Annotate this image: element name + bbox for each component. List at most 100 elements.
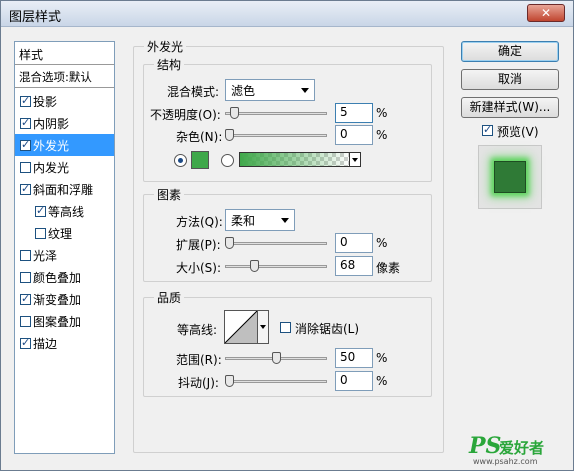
chevron-down-icon bbox=[301, 88, 309, 93]
spread-slider[interactable] bbox=[225, 237, 327, 249]
range-label: 范围(R): bbox=[176, 353, 222, 367]
style-item[interactable]: 内发光 bbox=[15, 156, 114, 178]
style-item-label: 内发光 bbox=[33, 161, 70, 175]
style-item-checkbox[interactable] bbox=[20, 250, 31, 261]
style-item-label: 斜面和浮雕 bbox=[33, 183, 94, 197]
style-item-label: 外发光 bbox=[33, 139, 70, 153]
elements-title: 图素 bbox=[154, 186, 185, 203]
jitter-input[interactable]: 0 bbox=[335, 371, 373, 391]
preview-label[interactable]: 预览(V) bbox=[497, 123, 539, 140]
styles-header[interactable]: 样式 bbox=[15, 42, 114, 65]
technique-value: 柔和 bbox=[231, 214, 256, 228]
style-item[interactable]: 斜面和浮雕 bbox=[15, 178, 114, 200]
size-input[interactable]: 68 bbox=[335, 256, 373, 276]
title-bar[interactable]: 图层样式 ✕ bbox=[1, 1, 573, 27]
style-item-checkbox[interactable] bbox=[20, 272, 31, 283]
new-style-button[interactable]: 新建样式(W)... bbox=[461, 97, 559, 118]
style-item-label: 渐变叠加 bbox=[33, 293, 82, 307]
style-preview-thumbnail bbox=[478, 145, 542, 209]
blend-options-item[interactable]: 混合选项:默认 bbox=[15, 66, 114, 88]
style-item-label: 光泽 bbox=[33, 249, 58, 263]
style-item[interactable]: 内阴影 bbox=[15, 112, 114, 134]
style-item-checkbox[interactable] bbox=[20, 316, 31, 327]
style-item[interactable]: 等高线 bbox=[15, 200, 114, 222]
antialias-label[interactable]: 消除锯齿(L) bbox=[295, 320, 359, 337]
window-title: 图层样式 bbox=[9, 10, 62, 25]
style-item[interactable]: 光泽 bbox=[15, 244, 114, 266]
gradient-dropdown-arrow[interactable] bbox=[349, 152, 361, 167]
style-item[interactable]: 渐变叠加 bbox=[15, 288, 114, 310]
blend-mode-value: 滤色 bbox=[231, 84, 256, 98]
noise-slider[interactable] bbox=[225, 129, 327, 141]
noise-label: 杂色(N): bbox=[176, 130, 223, 144]
structure-title: 结构 bbox=[154, 56, 185, 73]
size-label: 大小(S): bbox=[176, 261, 222, 275]
contour-curve-icon bbox=[224, 310, 258, 344]
style-item-checkbox[interactable] bbox=[20, 336, 31, 349]
range-unit: % bbox=[376, 351, 388, 365]
glow-gradient-swatch[interactable] bbox=[239, 152, 351, 167]
technique-label: 方法(Q): bbox=[176, 215, 223, 229]
contour-picker[interactable] bbox=[224, 310, 258, 344]
noise-unit: % bbox=[376, 128, 388, 142]
style-item[interactable]: 图案叠加 bbox=[15, 310, 114, 332]
preview-checkbox[interactable] bbox=[482, 123, 493, 136]
style-item-checkbox[interactable] bbox=[20, 182, 31, 195]
close-button[interactable]: ✕ bbox=[527, 4, 565, 22]
style-item[interactable]: 外发光 bbox=[15, 134, 114, 156]
technique-select[interactable]: 柔和 bbox=[225, 209, 295, 231]
styles-list: 样式 混合选项:默认 投影内阴影外发光内发光斜面和浮雕等高线纹理光泽颜色叠加渐变… bbox=[14, 41, 115, 454]
contour-dropdown-arrow[interactable] bbox=[257, 310, 269, 344]
size-slider-thumb[interactable] bbox=[250, 260, 259, 272]
blend-mode-select[interactable]: 滤色 bbox=[225, 79, 315, 101]
gradient-radio[interactable] bbox=[221, 154, 234, 167]
chevron-down-icon bbox=[281, 218, 289, 223]
style-item-checkbox[interactable] bbox=[20, 94, 31, 107]
spread-unit: % bbox=[376, 236, 388, 250]
opacity-unit: % bbox=[376, 106, 388, 120]
watermark-name: 爱好者 bbox=[499, 439, 545, 457]
glow-color-swatch[interactable] bbox=[191, 151, 209, 169]
range-input[interactable]: 50 bbox=[335, 348, 373, 368]
spread-input[interactable]: 0 bbox=[335, 233, 373, 253]
antialias-checkbox[interactable] bbox=[280, 322, 291, 333]
layer-style-dialog: 图层样式 ✕ 样式 混合选项:默认 投影内阴影外发光内发光斜面和浮雕等高线纹理光… bbox=[0, 0, 574, 471]
style-item-checkbox[interactable] bbox=[20, 292, 31, 305]
opacity-slider-thumb[interactable] bbox=[230, 107, 239, 119]
outer-glow-title: 外发光 bbox=[144, 38, 187, 55]
watermark-logo: PS 爱好者 www.psahz.com bbox=[469, 433, 571, 469]
cancel-button[interactable]: 取消 bbox=[461, 69, 559, 90]
quality-title: 品质 bbox=[154, 289, 185, 306]
size-unit: 像素 bbox=[376, 261, 401, 275]
contour-label: 等高线: bbox=[177, 323, 218, 337]
noise-slider-thumb[interactable] bbox=[225, 129, 234, 141]
jitter-slider[interactable] bbox=[225, 375, 327, 387]
watermark-url: www.psahz.com bbox=[473, 457, 538, 466]
style-item-checkbox[interactable] bbox=[35, 204, 46, 217]
size-slider[interactable] bbox=[225, 260, 327, 272]
range-slider[interactable] bbox=[225, 352, 327, 364]
watermark-brand: PS bbox=[469, 433, 502, 459]
spread-label: 扩展(P): bbox=[176, 238, 221, 252]
style-item-checkbox[interactable] bbox=[20, 116, 31, 129]
style-item[interactable]: 投影 bbox=[15, 90, 114, 112]
style-item-label: 内阴影 bbox=[33, 117, 70, 131]
style-item-label: 等高线 bbox=[48, 205, 85, 219]
jitter-slider-thumb[interactable] bbox=[225, 375, 234, 387]
style-item-checkbox[interactable] bbox=[20, 138, 31, 151]
spread-slider-thumb[interactable] bbox=[225, 237, 234, 249]
style-item[interactable]: 颜色叠加 bbox=[15, 266, 114, 288]
blend-mode-label: 混合模式: bbox=[167, 85, 220, 99]
style-item[interactable]: 纹理 bbox=[15, 222, 114, 244]
style-item-label: 图案叠加 bbox=[33, 315, 82, 329]
noise-input[interactable]: 0 bbox=[335, 125, 373, 145]
opacity-slider[interactable] bbox=[225, 107, 327, 119]
opacity-input[interactable]: 5 bbox=[335, 103, 373, 123]
range-slider-thumb[interactable] bbox=[272, 352, 281, 364]
style-item-label: 纹理 bbox=[48, 227, 73, 241]
style-item-checkbox[interactable] bbox=[35, 228, 46, 239]
style-item-checkbox[interactable] bbox=[20, 162, 31, 173]
solid-color-radio[interactable] bbox=[174, 154, 187, 167]
style-item[interactable]: 描边 bbox=[15, 332, 114, 354]
ok-button[interactable]: 确定 bbox=[461, 41, 559, 62]
